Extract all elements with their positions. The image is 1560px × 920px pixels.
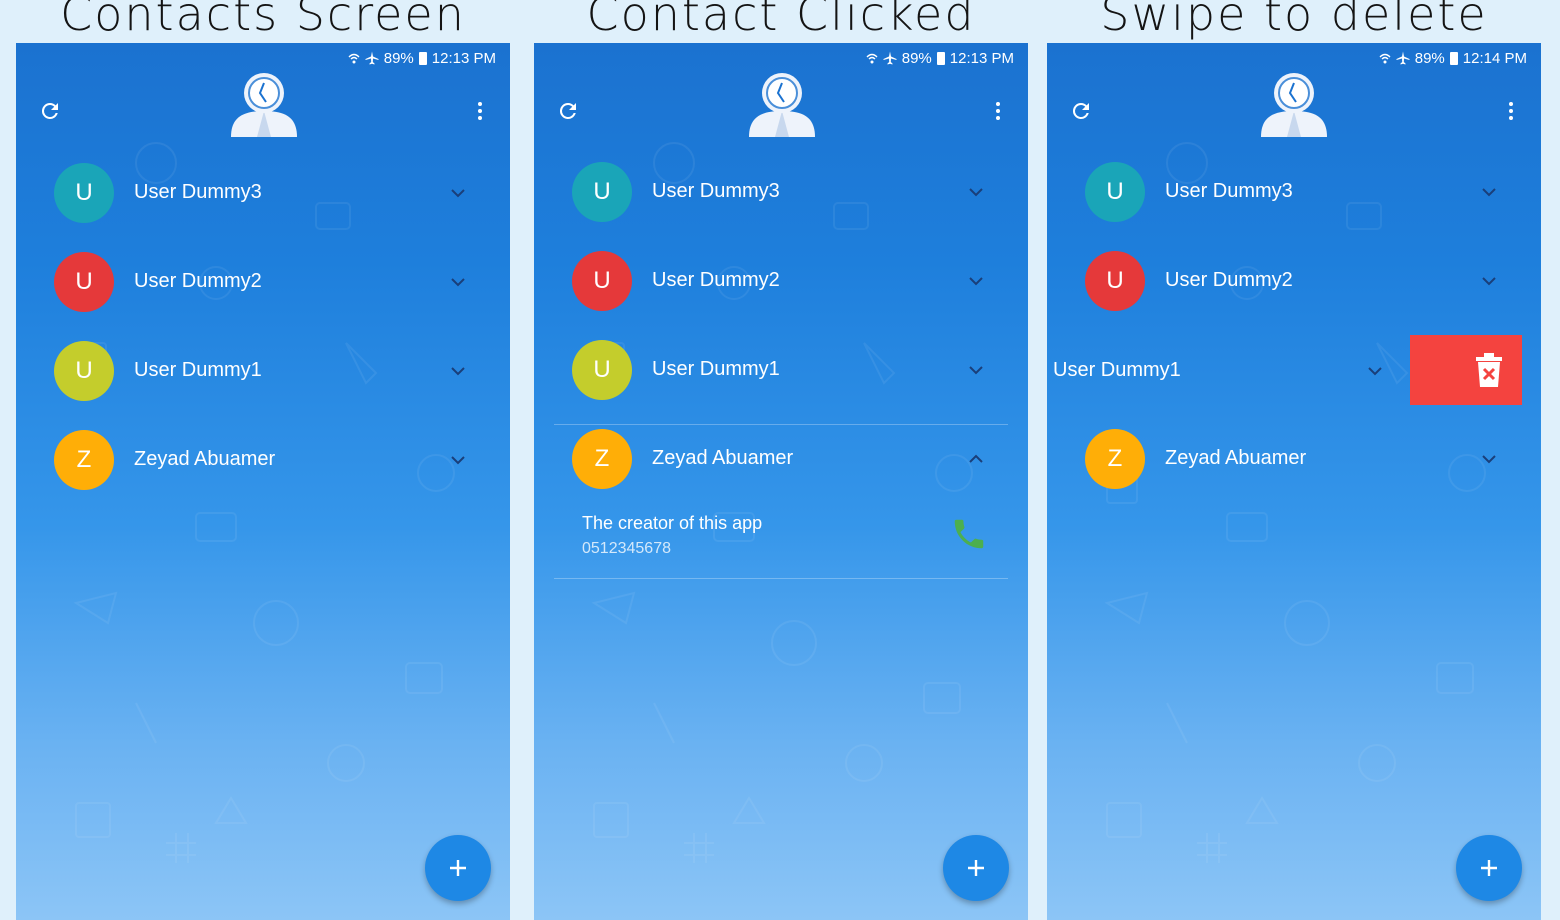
screen-swipe-to-delete: 89% 12:14 PM U User Dummy3 U User Dummy2… bbox=[1047, 43, 1541, 920]
avatar: U bbox=[54, 341, 114, 401]
contact-description: The creator of this app bbox=[582, 513, 763, 533]
contact-name: Zeyad Abuamer bbox=[652, 447, 794, 469]
caption-contact-clicked: Contact Clicked bbox=[586, 0, 976, 41]
phone-icon[interactable] bbox=[950, 515, 988, 553]
more-vert-icon bbox=[478, 102, 482, 120]
avatar: U bbox=[572, 340, 632, 400]
plus-icon bbox=[1481, 860, 1497, 876]
refresh-button[interactable] bbox=[32, 93, 68, 129]
battery-icon bbox=[418, 51, 427, 65]
caption-swipe-to-delete: Swipe to delete bbox=[1100, 0, 1488, 41]
battery-icon bbox=[1449, 51, 1458, 65]
contact-clock-icon bbox=[231, 73, 297, 137]
contact-clock-icon bbox=[1261, 73, 1327, 137]
wifi-icon bbox=[866, 53, 878, 64]
status-bar: 89% 12:13 PM bbox=[348, 49, 496, 67]
chevron-down-icon[interactable] bbox=[448, 183, 468, 203]
screen-contacts: 89% 12:13 PM U User Dummy3 U User Dummy2… bbox=[16, 43, 510, 920]
contact-name: Zeyad Abuamer bbox=[1165, 447, 1307, 469]
clock: 12:14 PM bbox=[1462, 49, 1527, 67]
contact-name: User Dummy3 bbox=[1165, 180, 1293, 202]
refresh-button[interactable] bbox=[1063, 93, 1099, 129]
wifi-icon bbox=[348, 53, 360, 64]
contact-name: User Dummy2 bbox=[1165, 269, 1293, 291]
add-contact-button[interactable] bbox=[943, 835, 1009, 901]
contact-name: User Dummy3 bbox=[134, 181, 262, 203]
delete-swipe-action[interactable] bbox=[1410, 335, 1522, 405]
battery-icon bbox=[936, 51, 945, 65]
contact-row-user-dummy2[interactable]: U User Dummy2 bbox=[534, 243, 1028, 319]
refresh-button[interactable] bbox=[550, 93, 586, 129]
chevron-down-icon[interactable] bbox=[966, 360, 986, 380]
avatar: Z bbox=[54, 430, 114, 490]
chevron-up-icon[interactable] bbox=[966, 449, 986, 469]
add-contact-button[interactable] bbox=[1456, 835, 1522, 901]
contact-row-user-dummy3[interactable]: U User Dummy3 bbox=[16, 155, 510, 231]
overflow-menu-button[interactable] bbox=[1493, 93, 1529, 129]
clock: 12:13 PM bbox=[949, 49, 1014, 67]
contact-name: User Dummy3 bbox=[652, 180, 780, 202]
airplane-mode-icon bbox=[365, 51, 379, 65]
contact-name: User Dummy1 bbox=[652, 358, 780, 380]
avatar: Z bbox=[572, 429, 632, 489]
avatar: U bbox=[1085, 251, 1145, 311]
chevron-down-icon[interactable] bbox=[966, 182, 986, 202]
plus-icon bbox=[968, 860, 984, 876]
chevron-down-icon[interactable] bbox=[966, 271, 986, 291]
avatar: U bbox=[54, 252, 114, 312]
battery-percent: 89% bbox=[383, 49, 414, 67]
chevron-down-icon[interactable] bbox=[448, 272, 468, 292]
airplane-mode-icon bbox=[883, 51, 897, 65]
wifi-icon bbox=[1379, 53, 1391, 64]
battery-percent: 89% bbox=[901, 49, 932, 67]
refresh-icon bbox=[559, 102, 576, 119]
more-vert-icon bbox=[1509, 102, 1513, 120]
avatar: U bbox=[572, 162, 632, 222]
chevron-down-icon[interactable] bbox=[448, 361, 468, 381]
airplane-mode-icon bbox=[1396, 51, 1410, 65]
contact-clock-icon bbox=[749, 73, 815, 137]
overflow-menu-button[interactable] bbox=[980, 93, 1016, 129]
contact-name: Zeyad Abuamer bbox=[134, 448, 276, 470]
battery-percent: 89% bbox=[1414, 49, 1445, 67]
caption-contacts-screen: Contacts Screen bbox=[60, 0, 466, 41]
divider bbox=[554, 578, 1008, 579]
screen-contact-clicked: 89% 12:13 PM U User Dummy3 U User Dummy2… bbox=[534, 43, 1028, 920]
overflow-menu-button[interactable] bbox=[462, 93, 498, 129]
contact-row-user-dummy1[interactable]: U User Dummy1 bbox=[16, 333, 510, 409]
contact-row-zeyad-abuamer-expanded[interactable]: Z Zeyad Abuamer bbox=[534, 421, 1028, 497]
avatar: U bbox=[572, 251, 632, 311]
chevron-down-icon[interactable] bbox=[1479, 182, 1499, 202]
contact-name: User Dummy2 bbox=[652, 269, 780, 291]
contact-row-user-dummy2[interactable]: U User Dummy2 bbox=[16, 244, 510, 320]
contact-row-zeyad-abuamer[interactable]: Z Zeyad Abuamer bbox=[1047, 421, 1541, 497]
refresh-icon bbox=[1072, 102, 1089, 119]
contact-name: User Dummy2 bbox=[134, 270, 262, 292]
avatar: U bbox=[54, 163, 114, 223]
chevron-down-icon[interactable] bbox=[1365, 361, 1385, 381]
contact-row-user-dummy3[interactable]: U User Dummy3 bbox=[534, 154, 1028, 230]
trash-icon bbox=[1476, 353, 1502, 387]
clock: 12:13 PM bbox=[431, 49, 496, 67]
contact-row-user-dummy3[interactable]: U User Dummy3 bbox=[1047, 154, 1541, 230]
add-contact-button[interactable] bbox=[425, 835, 491, 901]
avatar: U bbox=[1085, 162, 1145, 222]
contact-row-zeyad-abuamer[interactable]: Z Zeyad Abuamer bbox=[16, 422, 510, 498]
chevron-down-icon[interactable] bbox=[448, 450, 468, 470]
status-bar: 89% 12:13 PM bbox=[866, 49, 1014, 67]
plus-icon bbox=[450, 860, 466, 876]
chevron-down-icon[interactable] bbox=[1479, 449, 1499, 469]
chevron-down-icon[interactable] bbox=[1479, 271, 1499, 291]
contact-name: User Dummy1 bbox=[134, 359, 262, 381]
swiped-contact-name[interactable]: User Dummy1 bbox=[1053, 359, 1181, 382]
more-vert-icon bbox=[996, 102, 1000, 120]
refresh-icon bbox=[41, 102, 58, 119]
avatar: Z bbox=[1085, 429, 1145, 489]
contact-row-user-dummy2[interactable]: U User Dummy2 bbox=[1047, 243, 1541, 319]
contact-row-user-dummy1[interactable]: U User Dummy1 bbox=[534, 332, 1028, 408]
status-bar: 89% 12:14 PM bbox=[1379, 49, 1527, 67]
contact-phone-number: 0512345678 bbox=[582, 540, 671, 557]
